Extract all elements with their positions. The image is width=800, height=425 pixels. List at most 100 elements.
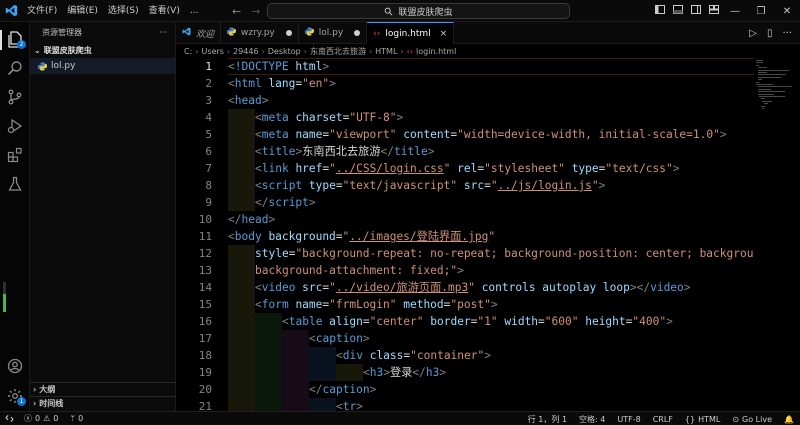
menu-item[interactable]: ...: [185, 0, 204, 22]
vertical-scrollbar[interactable]: [794, 58, 800, 411]
code-token: =: [484, 179, 491, 192]
code-line[interactable]: background-attachment: fixed;">: [255, 262, 464, 279]
editor-tab[interactable]: 欢迎: [176, 22, 222, 44]
source-control-icon[interactable]: [0, 84, 30, 110]
encoding[interactable]: UTF-8: [611, 415, 646, 424]
breadcrumb-item[interactable]: HTML: [375, 47, 397, 56]
editor-tab[interactable]: wzry.py: [221, 22, 299, 44]
code-line[interactable]: </caption>: [309, 381, 376, 398]
run-debug-icon[interactable]: [0, 113, 30, 139]
sidebar-section[interactable]: › 大纲: [30, 382, 176, 396]
code-token: <: [336, 349, 343, 362]
code-token: >: [322, 60, 330, 73]
unsaved-dot-icon[interactable]: [354, 30, 361, 36]
extensions-icon[interactable]: [0, 142, 30, 168]
breadcrumb-item[interactable]: Desktop: [268, 47, 301, 56]
explorer-more-button[interactable]: ···: [159, 28, 167, 37]
close-window-button[interactable]: ✕: [774, 6, 800, 17]
command-center-search[interactable]: 联盟皮肤爬虫: [267, 3, 570, 19]
code-area[interactable]: <!DOCTYPE html> <html lang="en"> <head> <me…: [228, 58, 754, 411]
manage-gear-icon[interactable]: 1: [0, 383, 30, 409]
code-line[interactable]: <meta name="viewport" content="width=dev…: [255, 126, 727, 143]
language-mode[interactable]: {} HTML: [679, 415, 726, 424]
code-token: "stylesheet": [484, 162, 572, 175]
breadcrumb-item[interactable]: 东南西北去旅游: [310, 46, 366, 57]
code-token: ": [468, 281, 482, 294]
code-line[interactable]: <caption>: [309, 330, 370, 347]
code-editor[interactable]: 1 2 3 4 5 6 7 8 9 10 11 12 13 14 15 16 17 18 19 20 21 <!DOCT…: [176, 58, 800, 411]
folder-row[interactable]: ⌄ 联盟皮肤爬虫: [30, 42, 175, 58]
close-icon[interactable]: ×: [440, 29, 448, 39]
code-token: height: [585, 315, 626, 328]
code-line[interactable]: <tr>: [336, 398, 363, 411]
code-line[interactable]: <table align="center" border="1" width="…: [282, 313, 673, 330]
files-icon[interactable]: 2: [0, 26, 30, 52]
notifications-icon[interactable]: 🔔: [778, 415, 800, 424]
code-line[interactable]: </head>: [228, 211, 275, 228]
go-live-button[interactable]: ⊙ Go Live: [726, 415, 778, 424]
customize-layout-icon[interactable]: [706, 5, 722, 17]
code-line[interactable]: style="background-repeat: no-repeat; bac…: [255, 245, 754, 262]
code-line[interactable]: <meta charset="UTF-8">: [255, 109, 403, 126]
indent-guide: [282, 398, 309, 411]
problems-indicator[interactable]: ⓧ 0 ⚠ 0: [18, 413, 64, 424]
code-token: body: [234, 230, 269, 243]
breadcrumb-item[interactable]: Users: [201, 47, 223, 56]
editor-tab[interactable]: ‹› login.html ×: [367, 22, 455, 44]
menu-item[interactable]: 文件(F): [22, 0, 62, 22]
code-line[interactable]: <!DOCTYPE html>: [228, 58, 329, 75]
code-line[interactable]: <title>东南西北去旅游</title>: [255, 143, 434, 160]
code-token: "width=device-width, initial-scale=1.0": [457, 128, 720, 141]
code-line[interactable]: <form name="frmLogin" method="post">: [255, 296, 498, 313]
file-item[interactable]: lol.py: [30, 58, 175, 74]
remote-icon[interactable]: [0, 412, 18, 425]
code-token: >: [457, 264, 464, 277]
line-number: 12: [198, 247, 212, 260]
code-token: >: [308, 196, 316, 209]
breadcrumb-item[interactable]: C:: [184, 47, 192, 56]
menu-item[interactable]: 选择(S): [103, 0, 144, 22]
toggle-secondary-sidebar-icon[interactable]: [688, 5, 704, 17]
end-of-line[interactable]: CRLF: [647, 415, 679, 424]
code-token: >: [396, 111, 404, 124]
code-line[interactable]: </script>: [255, 194, 316, 211]
code-token: div: [342, 349, 370, 362]
ports-indicator[interactable]: ᛘ0: [64, 414, 89, 423]
indent-guide: [282, 347, 309, 364]
search-icon[interactable]: [0, 55, 30, 81]
code-line[interactable]: <h3>登录</h3>: [363, 364, 446, 381]
testing-icon[interactable]: [0, 171, 30, 197]
code-line[interactable]: <link href="../CSS/login.css" rel="style…: [255, 160, 680, 177]
minimize-button[interactable]: —: [722, 6, 748, 17]
restore-button[interactable]: ❐: [748, 6, 774, 17]
indentation[interactable]: 空格: 4: [573, 414, 611, 425]
editor-tab[interactable]: lol.py: [299, 22, 368, 44]
account-icon[interactable]: [0, 353, 30, 379]
breadcrumb-item[interactable]: login.html: [416, 47, 456, 56]
breadcrumb-separator-icon: ›: [195, 46, 199, 56]
code-line[interactable]: <body background="../images/登陆界面.jpg": [228, 228, 495, 245]
more-actions-icon[interactable]: ···: [782, 28, 792, 39]
arrow-right-icon[interactable]: →: [251, 5, 260, 18]
code-token: =: [362, 315, 370, 328]
code-line[interactable]: <head>: [228, 92, 268, 109]
breadcrumb-item[interactable]: 29446: [233, 47, 258, 56]
code-line[interactable]: <div class="container">: [336, 347, 491, 364]
cursor-position[interactable]: 行 1，列 1: [522, 414, 573, 425]
sidebar-section[interactable]: › 时间线: [30, 396, 176, 410]
unsaved-dot-icon[interactable]: [285, 30, 292, 36]
code-line[interactable]: <video src="../video/旅游页面.mp3" controls …: [255, 279, 691, 296]
code-token: src: [302, 281, 323, 294]
menu-item[interactable]: 查看(V): [144, 0, 185, 22]
code-line[interactable]: <html lang="en">: [228, 75, 336, 92]
run-icon[interactable]: ▷: [749, 28, 757, 39]
minimap[interactable]: [754, 58, 794, 118]
arrow-left-icon[interactable]: ←: [232, 5, 241, 18]
code-token: </: [255, 196, 269, 209]
menu-item[interactable]: 编辑(E): [62, 0, 103, 22]
code-line[interactable]: <script type="text/javascript" src="../j…: [255, 177, 605, 194]
code-token: >: [484, 349, 491, 362]
toggle-panel-icon[interactable]: [670, 5, 686, 17]
toggle-sidebar-icon[interactable]: [652, 5, 668, 17]
split-editor-icon[interactable]: ▯: [767, 28, 773, 39]
